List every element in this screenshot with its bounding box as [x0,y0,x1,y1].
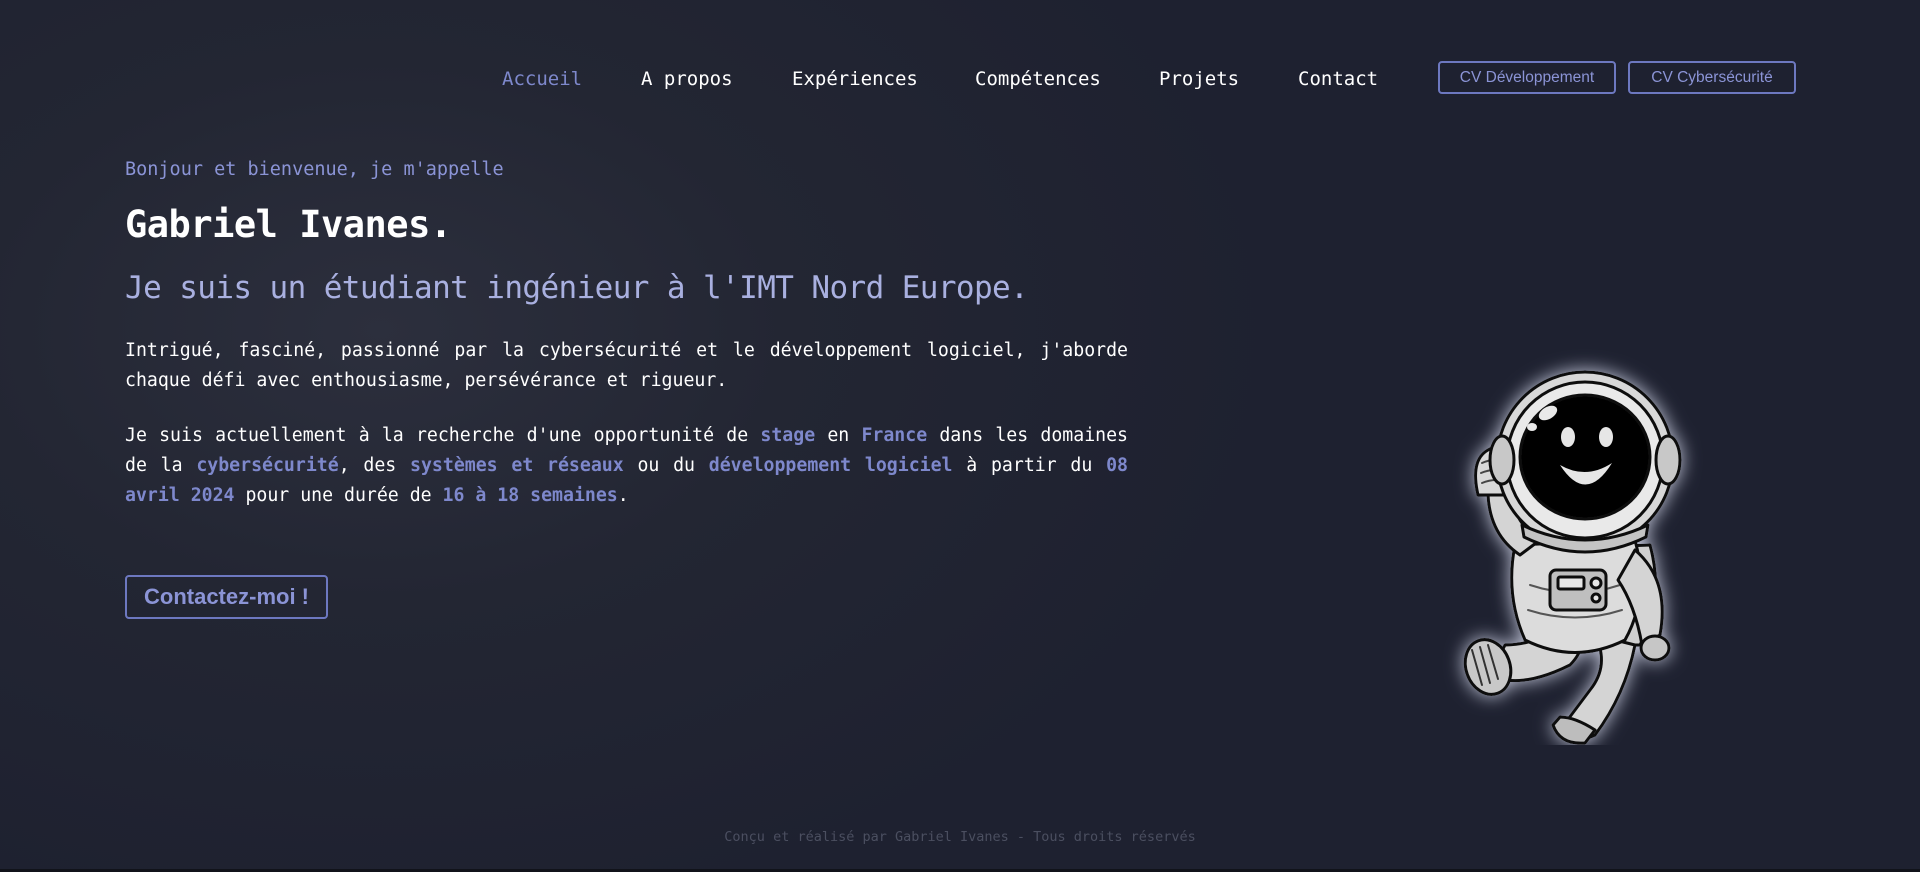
contact-button[interactable]: Contactez-moi ! [125,575,328,619]
highlight-systemes-reseaux: systèmes et réseaux [410,455,624,476]
nav-link-projets[interactable]: Projets [1159,68,1239,90]
search-paragraph: Je suis actuellement à la recherche d'un… [125,421,1128,511]
highlight-france: France [861,425,928,446]
nav-link-competences[interactable]: Compétences [975,68,1101,90]
nav-link-accueil[interactable]: Accueil [502,68,582,90]
search-text: . [617,485,629,506]
highlight-stage: stage [760,425,816,446]
highlight-duration: 16 à 18 semaines [442,485,618,506]
cv-developpement-button[interactable]: CV Développement [1438,61,1616,94]
search-text: , des [338,455,411,476]
highlight-developpement-logiciel: développement logiciel [708,455,953,476]
hero-subtitle: Je suis un étudiant ingénieur à l'IMT No… [125,270,1029,306]
nav-link-experiences[interactable]: Expériences [792,68,918,90]
search-text: ou du [623,455,709,476]
search-text: à partir du [952,455,1107,476]
astronaut-icon [1410,345,1740,745]
search-text: pour une durée de [234,485,443,506]
cv-cybersecurite-button[interactable]: CV Cybersécurité [1628,61,1796,94]
search-text: Je suis actuellement à la recherche d'un… [125,425,761,446]
greeting-text: Bonjour et bienvenue, je m'appelle [125,159,504,180]
nav-link-contact[interactable]: Contact [1298,68,1378,90]
page-title: Gabriel Ivanes. [125,203,452,246]
footer-credit: Conçu et réalisé par Gabriel Ivanes - To… [724,829,1196,845]
intro-paragraph: Intrigué, fasciné, passionné par la cybe… [125,340,1128,391]
nav-link-a-propos[interactable]: A propos [641,68,733,90]
highlight-cybersecurite: cybersécurité [196,455,339,476]
main-navigation: Accueil A propos Expériences Compétences… [0,60,1920,100]
search-text: en [815,425,862,446]
